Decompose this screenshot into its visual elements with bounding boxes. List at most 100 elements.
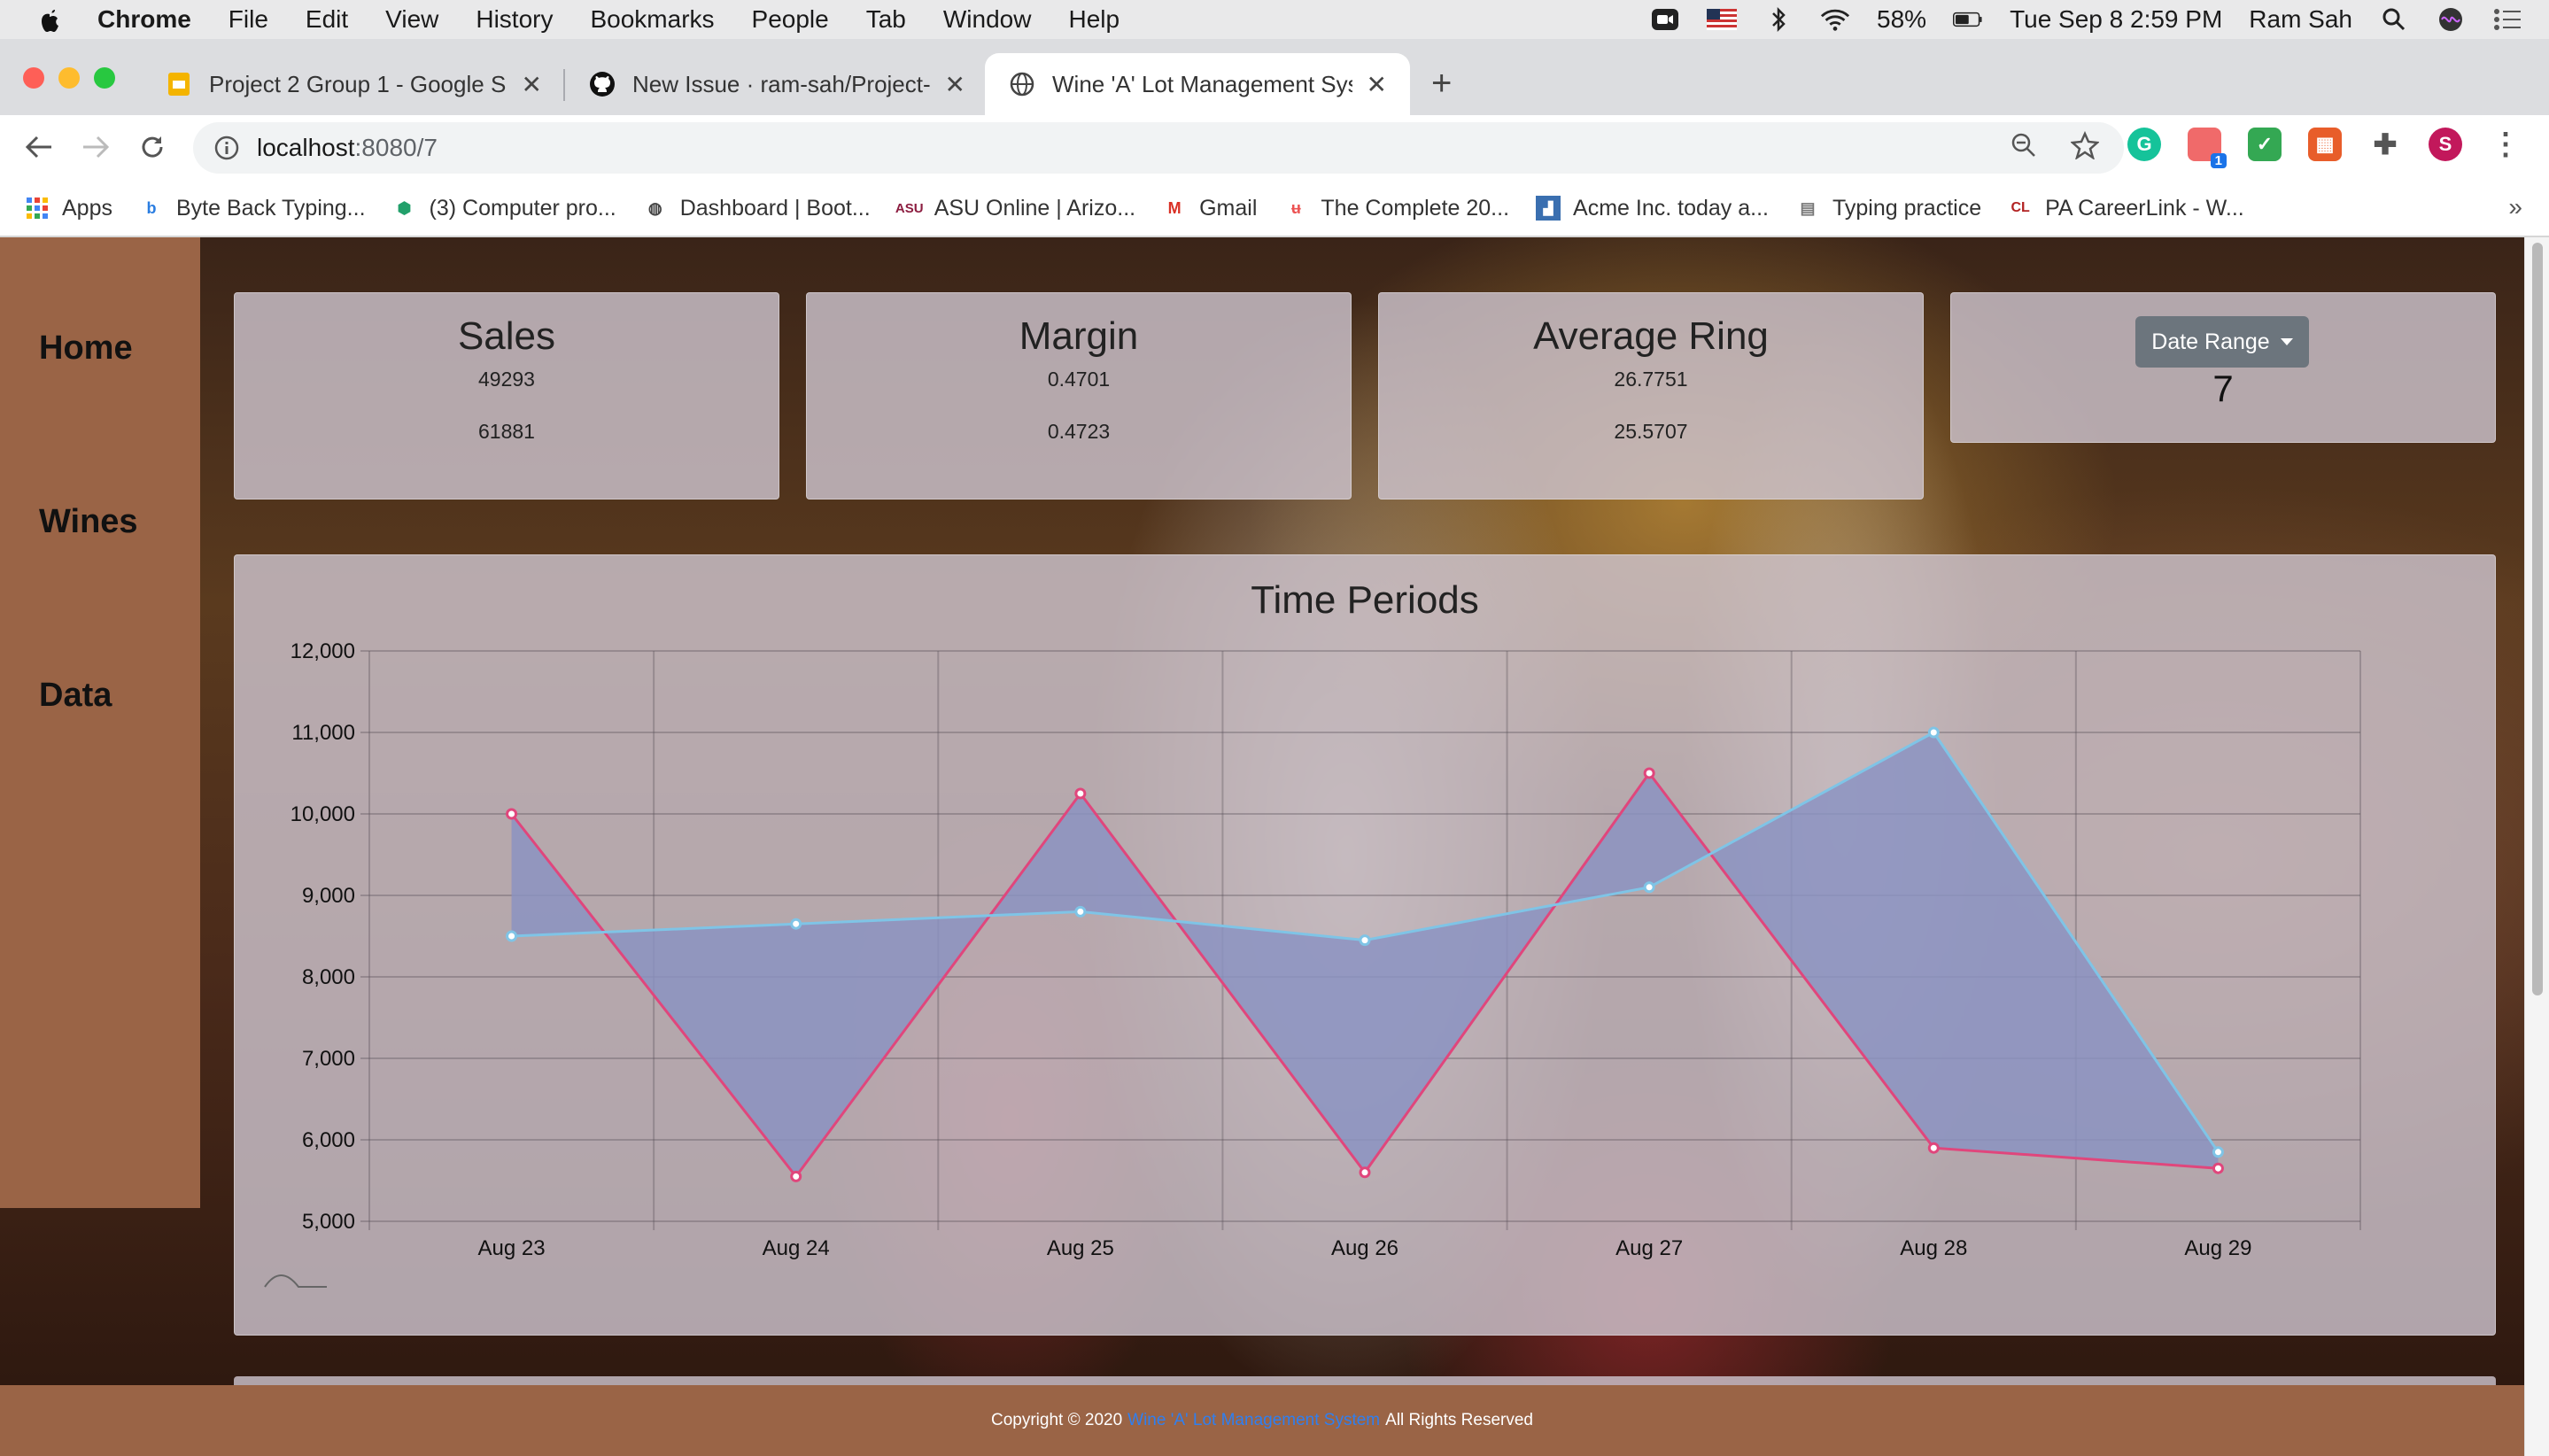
sidebar-item-data[interactable]: Data <box>39 677 112 715</box>
tab-wine-management[interactable]: Wine 'A' Lot Management System ✕ <box>985 53 1410 115</box>
bookmark-byte-back[interactable]: b Byte Back Typing... <box>139 196 365 221</box>
color-picker-icon[interactable]: ▦ <box>2308 128 2342 161</box>
extensions-area: G 1 ✓ ▦ ✚ S ⋮ <box>2127 128 2522 168</box>
menu-view[interactable]: View <box>385 5 438 34</box>
extension-badge-count: 1 <box>2210 153 2227 168</box>
x-tick-label: Aug 23 <box>478 1236 546 1260</box>
back-button[interactable] <box>19 128 58 167</box>
shield-icon[interactable]: ✓ <box>2248 128 2282 161</box>
reload-button[interactable] <box>133 128 172 167</box>
menu-tab[interactable]: Tab <box>866 5 906 34</box>
card-title: Average Ring <box>1533 314 1769 358</box>
bookmark-label: Dashboard | Boot... <box>679 195 871 221</box>
tab-github-issue[interactable]: New Issue · ram-sah/Project-2 ✕ <box>565 53 988 115</box>
bookmark-asu-online[interactable]: ASU ASU Online | Arizo... <box>895 195 1136 221</box>
series-2-point <box>1643 881 1655 894</box>
puzzle-extensions-icon[interactable]: ✚ <box>2368 128 2402 161</box>
slides-icon <box>165 70 193 98</box>
careerlink-icon: CL <box>2011 200 2030 215</box>
extension-badge-icon[interactable]: 1 <box>2188 128 2227 168</box>
card-title: Sales <box>457 314 556 358</box>
series-1-point <box>506 808 518 820</box>
y-tick-label: 10,000 <box>291 802 355 826</box>
sidebar-item-home[interactable]: Home <box>39 329 133 368</box>
close-icon[interactable]: ✕ <box>522 70 542 99</box>
apple-logo-icon[interactable] <box>35 4 64 35</box>
window-close-button[interactable] <box>23 67 44 89</box>
close-icon[interactable]: ✕ <box>945 70 965 99</box>
bookmark-apps[interactable]: Apps <box>25 196 112 221</box>
bookmark-label: ASU Online | Arizo... <box>934 195 1136 221</box>
new-tab-button[interactable]: + <box>1431 64 1452 104</box>
bookmark-pa-careerlink[interactable]: CL PA CareerLink - W... <box>2008 196 2243 221</box>
bookmark-dashboard[interactable]: ◍ Dashboard | Boot... <box>643 196 871 221</box>
window-minimize-button[interactable] <box>58 67 80 89</box>
bluetooth-icon[interactable] <box>1763 6 1794 33</box>
menu-window[interactable]: Window <box>943 5 1032 34</box>
window-zoom-button[interactable] <box>94 67 115 89</box>
menu-edit[interactable]: Edit <box>306 5 348 34</box>
sidebar-item-wines[interactable]: Wines <box>39 503 138 541</box>
globe-icon: ◍ <box>647 198 662 217</box>
bookmark-star-icon[interactable] <box>2070 130 2100 166</box>
date-range-card: Date Range 7 <box>1950 292 2496 443</box>
series-1-point <box>1359 1166 1371 1179</box>
zoom-video-icon[interactable] <box>1650 6 1680 33</box>
menu-file[interactable]: File <box>229 5 268 34</box>
menu-people[interactable]: People <box>752 5 829 34</box>
profile-avatar[interactable]: S <box>2429 128 2462 161</box>
wifi-icon[interactable] <box>1820 6 1850 33</box>
footer-link[interactable]: Wine 'A' Lot Management System <box>1127 1411 1380 1430</box>
y-tick-label: 7,000 <box>302 1047 355 1071</box>
tab-title: Project 2 Group 1 - Google Slides <box>209 70 507 97</box>
sales-value-current: 49293 <box>478 368 535 391</box>
bookmark-label: Apps <box>62 195 112 221</box>
series-2-point <box>1074 905 1087 918</box>
scrollbar-thumb[interactable] <box>2532 243 2543 995</box>
forward-button[interactable] <box>76 128 115 167</box>
series-2-point <box>2212 1146 2224 1158</box>
globe-icon <box>1008 70 1036 98</box>
clock[interactable]: Tue Sep 8 2:59 PM <box>2010 5 2222 34</box>
time-periods-chart-card: Time Periods 5,000 6,000 7,000 8,000 9,000 10… <box>234 554 2496 1336</box>
card-title: Margin <box>1019 314 1139 358</box>
menu-bookmarks[interactable]: Bookmarks <box>590 5 714 34</box>
caret-down-icon <box>2280 338 2293 345</box>
status-area: 58% Tue Sep 8 2:59 PM Ram Sah <box>1650 0 2522 39</box>
typing-icon: ▤ <box>1800 198 1816 217</box>
x-tick-label: Aug 27 <box>1615 1236 1683 1260</box>
bookmark-gmail[interactable]: M Gmail <box>1162 196 1258 221</box>
y-tick-label: 12,000 <box>291 639 355 663</box>
menu-app-name[interactable]: Chrome <box>97 5 191 34</box>
user-name[interactable]: Ram Sah <box>2249 5 2352 34</box>
notification-center-icon[interactable] <box>2492 6 2522 33</box>
bookmark-acme[interactable]: ▟ Acme Inc. today a... <box>1536 196 1769 221</box>
page-viewport: Home Wines Data Sales 49293 61881 Margin… <box>0 237 2524 1456</box>
bookmarks-overflow-icon[interactable]: » <box>2508 193 2522 221</box>
spotlight-search-icon[interactable] <box>2379 6 2409 33</box>
menu-help[interactable]: Help <box>1068 5 1120 34</box>
info-icon[interactable] <box>214 136 239 160</box>
grammarly-icon[interactable]: G <box>2127 128 2161 161</box>
average-ring-card: Average Ring 26.7751 25.5707 <box>1378 292 1924 500</box>
bookmark-complete-course[interactable]: ʉ The Complete 20... <box>1283 196 1509 221</box>
footer: Copyright © 2020 Wine 'A' Lot Management… <box>0 1385 2524 1456</box>
siri-icon[interactable] <box>2436 6 2466 33</box>
date-range-dropdown[interactable]: Date Range <box>2135 316 2309 368</box>
x-tick-label: Aug 28 <box>1900 1236 1967 1260</box>
zoom-out-icon[interactable] <box>2011 132 2037 165</box>
footer-copyright: Copyright © 2020 <box>991 1411 1123 1429</box>
page-scrollbar[interactable] <box>2524 237 2549 1456</box>
sales-value-previous: 61881 <box>478 420 535 443</box>
us-flag-icon[interactable] <box>1707 6 1738 33</box>
menu-history[interactable]: History <box>476 5 553 34</box>
bookmark-typing-practice[interactable]: ▤ Typing practice <box>1795 196 1981 221</box>
bookmark-computer-pro[interactable]: ⬢ (3) Computer pro... <box>392 196 616 221</box>
tab-google-slides[interactable]: Project 2 Group 1 - Google Slides ✕ <box>142 53 565 115</box>
address-bar[interactable]: localhost:8080/7 <box>193 122 2124 174</box>
more-menu-icon[interactable]: ⋮ <box>2489 128 2522 161</box>
battery-icon[interactable] <box>1953 6 1983 33</box>
series-1-point <box>2212 1162 2224 1174</box>
close-icon[interactable]: ✕ <box>1367 70 1387 99</box>
browser-tab-strip: Project 2 Group 1 - Google Slides ✕ New … <box>0 39 2549 115</box>
